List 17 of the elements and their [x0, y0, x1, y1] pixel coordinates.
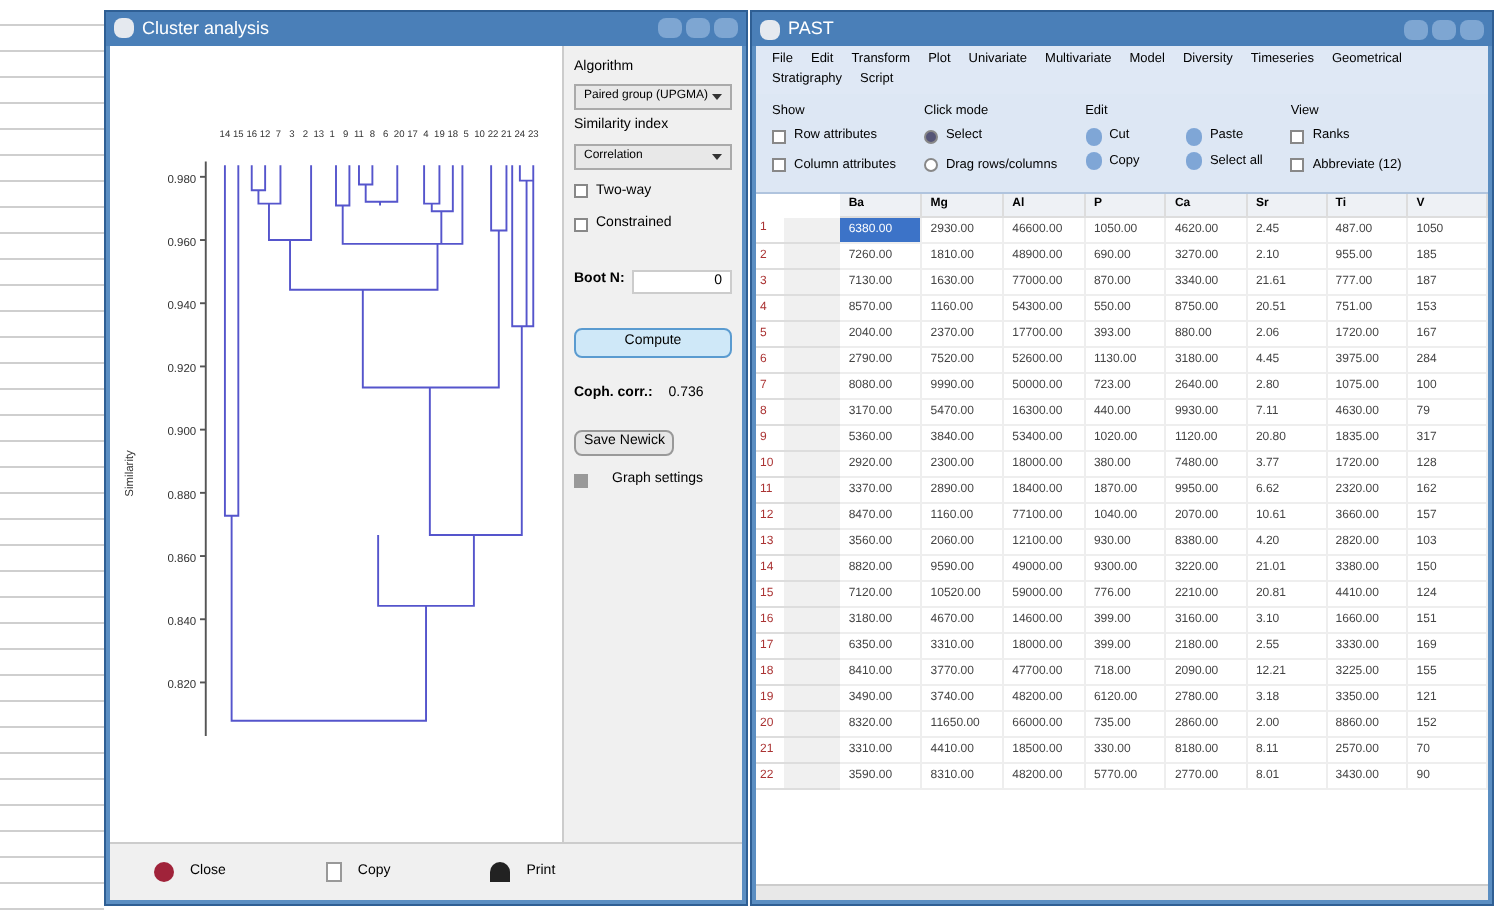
- close-button[interactable]: [1460, 19, 1484, 39]
- dropdown-arrow-icon: [712, 153, 722, 160]
- window-title: Cluster analysis: [142, 15, 270, 42]
- window-icon: [760, 19, 780, 39]
- minimize-button[interactable]: [658, 18, 682, 39]
- printer-icon: [490, 861, 511, 882]
- maximize-button[interactable]: [1432, 19, 1456, 39]
- dropdown-arrow-icon: [712, 94, 722, 101]
- maximize-button[interactable]: [686, 18, 710, 39]
- window-icon: [114, 18, 134, 39]
- copy-icon: [325, 861, 342, 882]
- close-icon: [154, 861, 174, 882]
- horizontal-scrollbar[interactable]: [756, 884, 1488, 900]
- settings-icon: [574, 473, 588, 488]
- window-title: PAST: [788, 15, 834, 42]
- close-button[interactable]: [714, 18, 738, 39]
- minimize-button[interactable]: [1404, 19, 1428, 39]
